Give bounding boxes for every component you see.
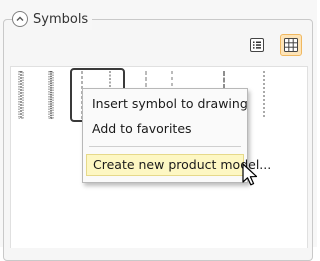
symbols-group-header[interactable]: Symbols bbox=[12, 8, 93, 30]
symbol-thumbnail[interactable] bbox=[17, 71, 25, 119]
collapse-up-icon[interactable] bbox=[12, 11, 28, 27]
symbol-thumbnail[interactable] bbox=[261, 71, 267, 119]
menu-item-create-product-model[interactable]: Create new product model... bbox=[86, 154, 271, 176]
menu-separator bbox=[89, 146, 241, 147]
grid-view-button[interactable] bbox=[280, 34, 302, 56]
symbol-thumbnail[interactable] bbox=[47, 71, 55, 119]
menu-item-insert-symbol[interactable]: Insert symbol to drawing bbox=[86, 93, 248, 115]
symbols-panel: Symbols Insert symbol to drawing Add to … bbox=[0, 0, 317, 261]
menu-item-add-to-favorites[interactable]: Add to favorites bbox=[86, 118, 244, 140]
group-title: Symbols bbox=[33, 11, 89, 27]
grid-icon bbox=[284, 38, 298, 52]
context-menu: Insert symbol to drawing Add to favorite… bbox=[82, 88, 271, 183]
mouse-cursor-icon bbox=[242, 163, 258, 186]
list-icon bbox=[250, 38, 264, 52]
list-view-button[interactable] bbox=[246, 34, 268, 56]
